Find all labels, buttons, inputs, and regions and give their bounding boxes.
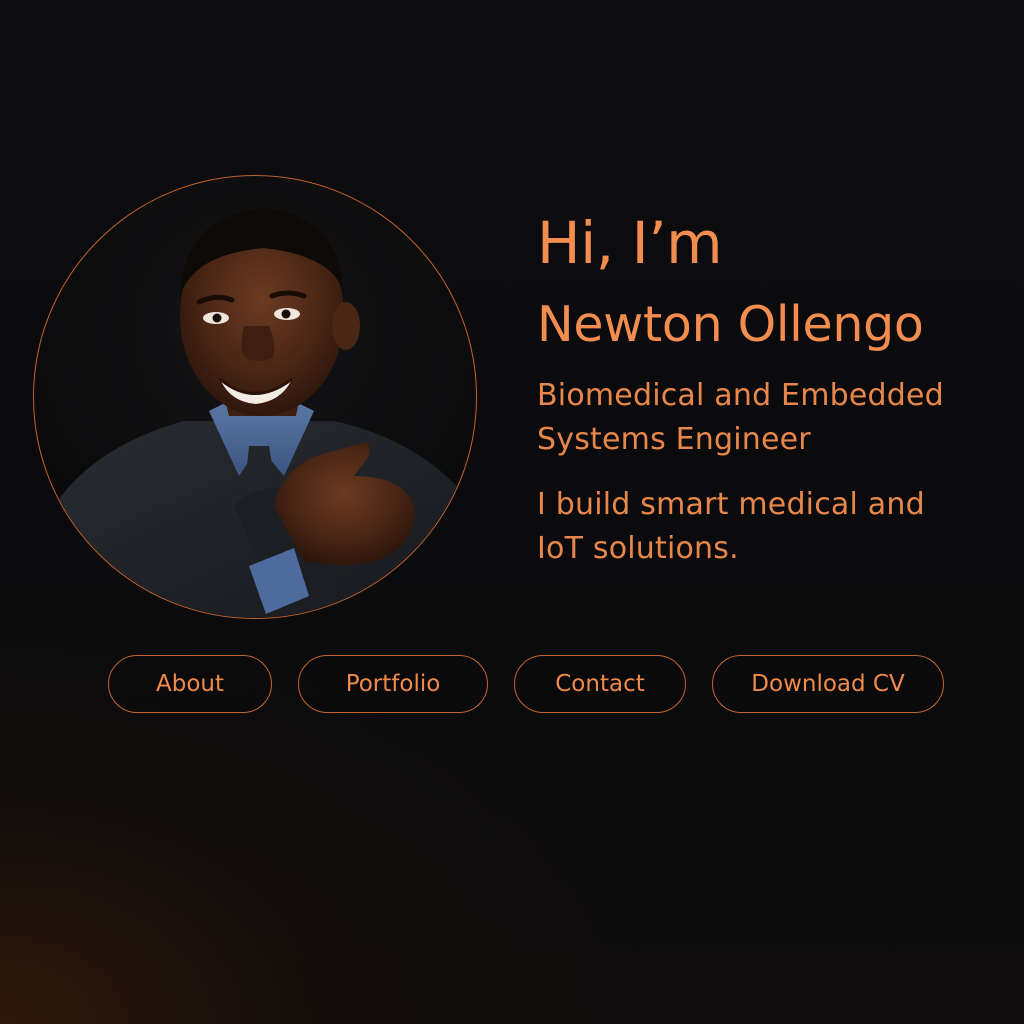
download-cv-button[interactable]: Download CV <box>712 655 944 713</box>
portfolio-button[interactable]: Portfolio <box>298 655 488 713</box>
role-title: Biomedical and Embedded Systems Engineer <box>537 374 1007 462</box>
tagline-line-2: IoT solutions. <box>537 531 739 566</box>
contact-button[interactable]: Contact <box>514 655 686 713</box>
person-name: Newton Ollengo <box>537 296 924 353</box>
greeting: Hi, I’m <box>537 209 723 277</box>
nav-buttons: About Portfolio Contact Download CV <box>0 655 1024 715</box>
tagline: I build smart medical and IoT solutions. <box>537 483 1007 571</box>
hero-text: Hi, I’m Newton Ollengo Biomedical and Em… <box>537 206 1007 571</box>
profile-photo <box>33 175 477 619</box>
role-line-1: Biomedical and Embedded <box>537 378 944 413</box>
hero-section: Hi, I’m Newton Ollengo Biomedical and Em… <box>0 0 1024 1024</box>
about-button[interactable]: About <box>108 655 272 713</box>
tagline-line-1: I build smart medical and <box>537 487 925 522</box>
role-line-2: Systems Engineer <box>537 422 811 457</box>
